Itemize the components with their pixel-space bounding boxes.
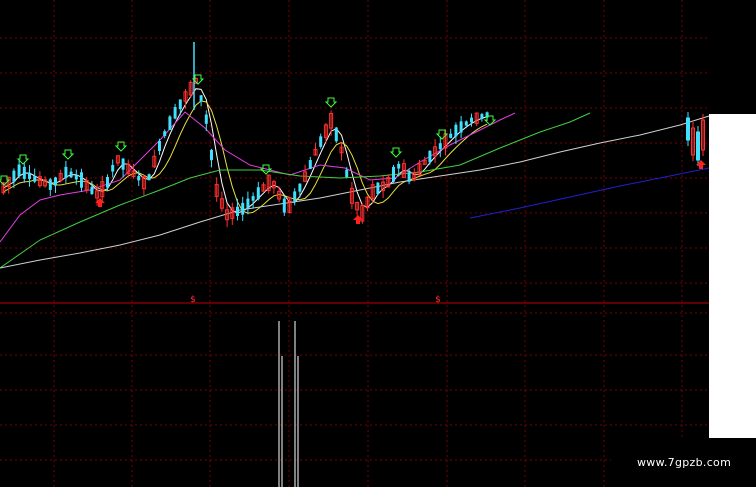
candle-down: [163, 131, 167, 136]
candle-down: [54, 177, 57, 186]
grid-lines: [0, 0, 709, 487]
candle-down: [407, 172, 411, 182]
ma10-line: [3, 100, 488, 214]
ma120-line: [0, 115, 710, 269]
candle-down: [173, 107, 177, 119]
candle-down: [392, 166, 395, 182]
candle-down: [459, 121, 463, 133]
candle-down: [204, 114, 208, 124]
buy-arrow: [324, 97, 338, 108]
candle-down: [345, 169, 349, 178]
candle-down: [168, 116, 172, 130]
candle-down: [28, 172, 31, 179]
candle-down: [64, 166, 68, 179]
candle-down: [178, 99, 182, 110]
candle-down: [199, 95, 203, 102]
candle-down: [397, 163, 401, 169]
candle-down: [158, 141, 161, 151]
candle-down: [428, 150, 432, 163]
sell-arrow: [353, 215, 363, 224]
candle-down: [293, 191, 297, 202]
candle-down: [334, 127, 338, 142]
candle-down: [74, 174, 78, 180]
candle-down: [147, 174, 151, 181]
buy-arrow: [389, 147, 403, 158]
watermark-box: www.7gpzb.com: [611, 438, 756, 487]
candle-down: [470, 117, 473, 123]
candle-down: [376, 182, 380, 194]
candle-down: [438, 143, 442, 150]
dollar-marker: $: [190, 295, 196, 305]
candle-down: [106, 176, 109, 188]
candle-down: [17, 164, 21, 177]
candle-right: [686, 117, 690, 141]
dollar-marker: $: [435, 295, 441, 305]
candle-down: [449, 133, 453, 138]
candle-down: [241, 202, 245, 215]
candle-down: [282, 198, 286, 213]
candle-down: [22, 166, 26, 179]
blank-side-panel: [709, 114, 756, 438]
candle-down: [319, 136, 323, 147]
candle-down: [298, 183, 302, 192]
sell-arrow: [95, 198, 105, 207]
candle-down: [454, 124, 458, 137]
candle-down: [246, 198, 250, 209]
buy-arrow: [61, 149, 75, 160]
candle-down: [137, 176, 141, 181]
candle-down: [90, 186, 94, 194]
candle-down: [12, 170, 16, 182]
candle-down: [236, 206, 239, 216]
candle-down: [69, 171, 73, 178]
candle-down: [308, 160, 312, 169]
candle-down: [48, 179, 52, 190]
candle-down: [210, 149, 213, 161]
watermark-text: www.7gpzb.com: [637, 456, 732, 469]
candle-right: [696, 131, 700, 161]
ma250-line: [469, 167, 710, 219]
candle-down: [111, 164, 115, 172]
candle-down: [464, 121, 468, 126]
candle-down: [480, 114, 484, 120]
candle-down: [33, 176, 37, 182]
candle-down: [251, 196, 255, 201]
candle-down: [121, 158, 125, 170]
stock-chart: $ $: [0, 0, 710, 487]
candle-down: [80, 172, 83, 188]
ma5-line: [3, 88, 488, 214]
candlesticks: [1, 42, 705, 228]
candle-down: [256, 187, 260, 200]
